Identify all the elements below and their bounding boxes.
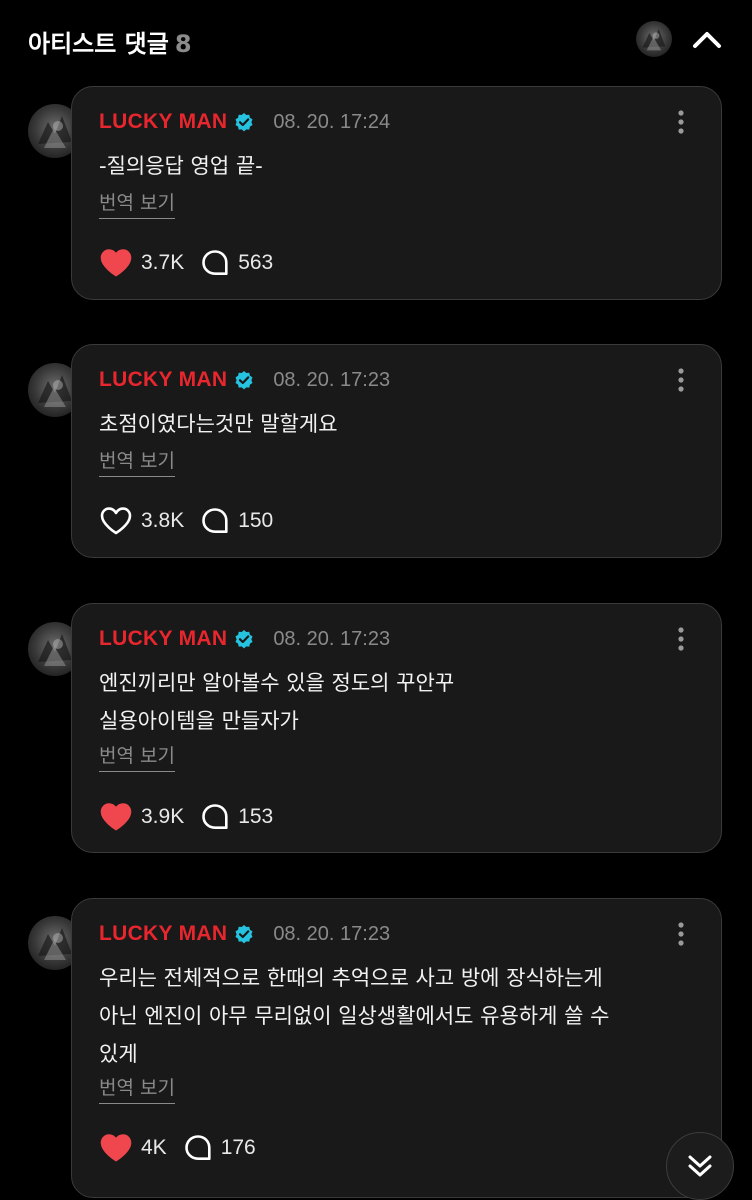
author-name[interactable]: LUCKY MAN: [99, 922, 227, 946]
comment-card: LUCKY MAN 08. 20. 17:23 초점이였다는것만 말할게요 번역…: [71, 344, 722, 558]
speech-bubble-icon: [202, 804, 228, 829]
page-title: 아티스트 댓글 8: [28, 24, 192, 59]
reply-count: 153: [238, 805, 274, 828]
like-button[interactable]: 3.8K: [99, 506, 184, 536]
comment-actions: 3.8K 150: [99, 505, 273, 537]
like-count: 3.8K: [141, 509, 185, 532]
speech-bubble-icon: [202, 508, 228, 533]
timestamp: 08. 20. 17:24: [273, 110, 391, 133]
like-count: 3.9K: [141, 805, 185, 828]
comment-header: LUCKY MAN 08. 20. 17:24: [99, 109, 390, 135]
more-options-icon[interactable]: [671, 921, 691, 947]
header-title-text: 아티스트 댓글: [28, 30, 169, 58]
comment-header: LUCKY MAN 08. 20. 17:23: [99, 921, 390, 947]
timestamp: 08. 20. 17:23: [273, 922, 391, 945]
heart-filled-icon: [100, 1134, 132, 1162]
comment-card: LUCKY MAN 08. 20. 17:23 엔진끼리만 알아볼수 있을 정도…: [71, 603, 722, 853]
comment-header: LUCKY MAN 08. 20. 17:23: [99, 626, 390, 652]
reply-count: 150: [238, 509, 274, 532]
header: 아티스트 댓글 8: [0, 0, 752, 80]
like-button[interactable]: 4K: [99, 1133, 167, 1163]
comment-text: -질의응답 영업 끝-: [99, 154, 263, 178]
speech-bubble-icon: [184, 1135, 211, 1160]
heart-outline-icon: [100, 507, 132, 535]
chevron-up-icon[interactable]: [690, 26, 724, 52]
reply-count: 176: [220, 1136, 256, 1159]
artist-avatar[interactable]: [636, 21, 672, 57]
translate-link[interactable]: 번역 보기: [99, 449, 175, 477]
author-name[interactable]: LUCKY MAN: [99, 368, 227, 392]
translate-link[interactable]: 번역 보기: [99, 744, 175, 772]
comment-actions: 4K 176: [99, 1132, 256, 1164]
like-button[interactable]: 3.7K: [99, 248, 184, 278]
author-name[interactable]: LUCKY MAN: [99, 627, 227, 651]
more-options-icon[interactable]: [671, 626, 691, 652]
heart-filled-icon: [100, 803, 132, 831]
like-count: 3.7K: [141, 251, 185, 274]
verified-badge-icon: [235, 925, 253, 944]
comment-actions: 3.7K 563: [99, 247, 273, 279]
reply-button[interactable]: 563: [200, 248, 273, 278]
comment-text: 우리는 전체적으로 한때의 추억으로 사고 방에 장식하는게 아닌 엔진이 아무…: [99, 966, 610, 1066]
reply-button[interactable]: 150: [200, 506, 273, 536]
double-chevron-down-icon: [688, 1155, 712, 1177]
comment-card: LUCKY MAN 08. 20. 17:23 우리는 전체적으로 한때의 추억…: [71, 898, 722, 1198]
verified-badge-icon: [235, 630, 253, 649]
like-count: 4K: [141, 1136, 167, 1159]
reply-count: 563: [238, 251, 274, 274]
comment-card: LUCKY MAN 08. 20. 17:24 -질의응답 영업 끝- 번역 보…: [71, 86, 722, 300]
more-options-icon[interactable]: [671, 109, 691, 135]
comment-text: 초점이였다는것만 말할게요: [99, 412, 338, 436]
comment-actions: 3.9K 153: [99, 801, 273, 833]
verified-badge-icon: [235, 371, 253, 390]
scroll-down-button[interactable]: [666, 1132, 734, 1200]
timestamp: 08. 20. 17:23: [273, 627, 391, 650]
verified-badge-icon: [235, 113, 253, 132]
more-options-icon[interactable]: [671, 367, 691, 393]
reply-button[interactable]: 153: [200, 802, 273, 832]
author-name[interactable]: LUCKY MAN: [99, 110, 227, 134]
translate-link[interactable]: 번역 보기: [99, 1076, 175, 1104]
avatar-image: [636, 21, 672, 57]
like-button[interactable]: 3.9K: [99, 802, 184, 832]
reply-button[interactable]: 176: [183, 1133, 256, 1163]
comment-count: 8: [174, 30, 192, 58]
heart-filled-icon: [100, 249, 132, 277]
timestamp: 08. 20. 17:23: [273, 368, 391, 391]
comment-text: 엔진끼리만 알아볼수 있을 정도의 꾸안꾸 실용아이템을 만들자가: [99, 671, 455, 733]
comment-header: LUCKY MAN 08. 20. 17:23: [99, 367, 390, 393]
speech-bubble-icon: [202, 250, 228, 275]
translate-link[interactable]: 번역 보기: [99, 191, 175, 219]
